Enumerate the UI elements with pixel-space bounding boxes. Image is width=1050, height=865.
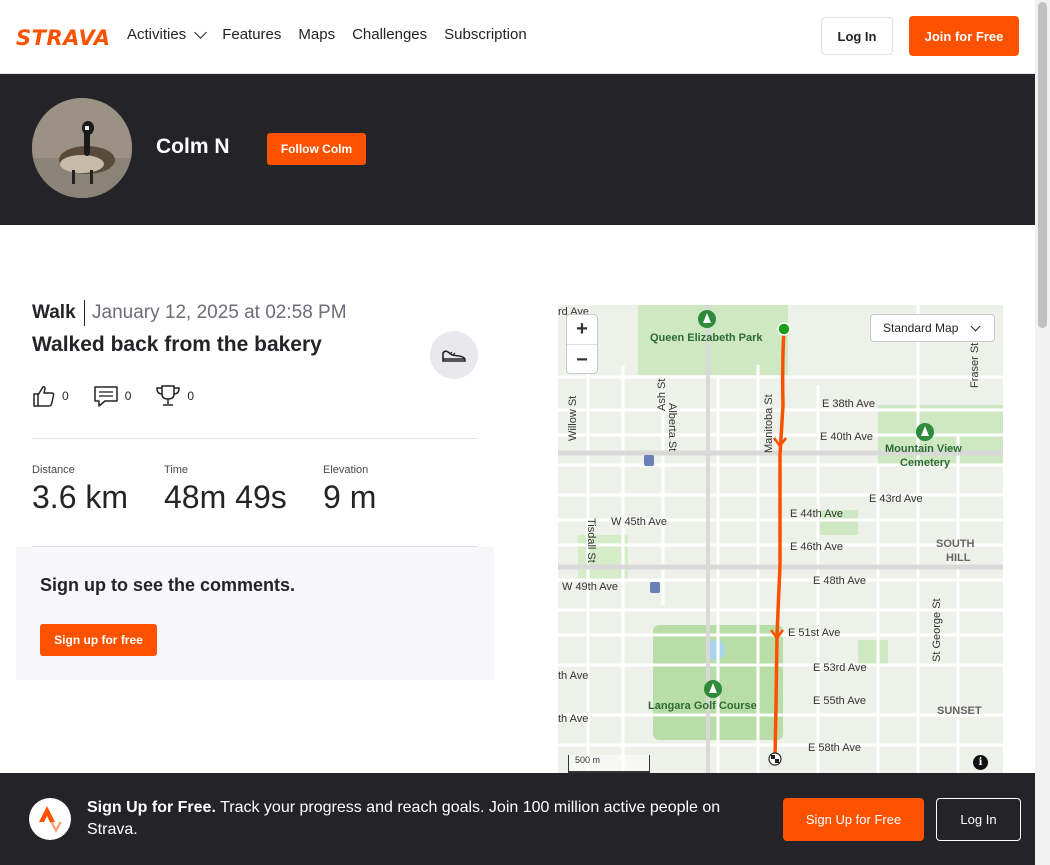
stat-label: Elevation — [323, 464, 369, 476]
strava-logo-icon — [39, 806, 62, 833]
svg-text:E 43rd Ave: E 43rd Ave — [869, 493, 923, 505]
banner-message: Sign Up for Free. Track your progress an… — [87, 797, 747, 841]
svg-text:Willow St: Willow St — [567, 396, 579, 441]
route-start-marker — [777, 322, 791, 336]
school-icon — [644, 455, 654, 466]
comment-icon — [93, 386, 118, 407]
comments-signup-message: Sign up to see the comments. — [40, 575, 296, 595]
map-scale: 500 m — [568, 755, 650, 773]
strava-logo[interactable]: STRAVA — [16, 26, 111, 50]
school-icon — [650, 582, 660, 593]
map-style-label: Standard Map — [883, 321, 959, 335]
svg-text:Manitoba St: Manitoba St — [763, 394, 775, 453]
zoom-in-button[interactable]: + — [567, 315, 597, 345]
zoom-out-button[interactable]: − — [567, 345, 597, 375]
kudos-button[interactable]: 0 — [32, 384, 69, 408]
follow-button[interactable]: Follow Colm — [267, 133, 366, 165]
top-navigation: STRAVA Activities Features Maps Challeng… — [0, 0, 1035, 74]
svg-text:Queen Elizabeth Park: Queen Elizabeth Park — [650, 332, 763, 344]
info-icon[interactable]: i — [973, 755, 988, 770]
banner-headline: Sign Up for Free. — [87, 799, 216, 816]
goose-photo — [32, 98, 132, 198]
svg-text:E 48th Ave: E 48th Ave — [813, 575, 866, 587]
stat-distance: Distance 3.6 km — [32, 464, 128, 516]
achievements-button[interactable]: 0 — [155, 384, 194, 408]
comments-button[interactable]: 0 — [93, 384, 132, 408]
stat-time: Time 48m 49s — [164, 464, 287, 516]
banner-signup-button[interactable]: Sign Up for Free — [783, 798, 924, 841]
svg-text:E 44th Ave: E 44th Ave — [790, 508, 843, 520]
stat-value: 9 m — [323, 479, 377, 515]
nav-activities[interactable]: Activities — [127, 25, 208, 43]
nav-links: Activities Features Maps Challenges Subs… — [127, 25, 527, 43]
svg-text:HILL: HILL — [946, 552, 971, 564]
scrollbar[interactable] — [1035, 0, 1050, 865]
svg-text:W 45th Ave: W 45th Ave — [611, 516, 667, 528]
divider — [32, 438, 478, 439]
athlete-name[interactable]: Colm N — [156, 135, 230, 159]
svg-text:St George St: St George St — [931, 598, 943, 662]
svg-text:Fraser St: Fraser St — [969, 343, 981, 388]
map-style-select[interactable]: Standard Map — [870, 314, 995, 342]
svg-text:E 58th Ave: E 58th Ave — [808, 742, 861, 754]
comments-count: 0 — [124, 389, 132, 403]
divider — [84, 300, 85, 326]
activity-type: Walk — [32, 302, 76, 323]
trophy-icon — [156, 385, 181, 406]
svg-text:Langara Golf Course: Langara Golf Course — [648, 700, 757, 712]
banner-login-button[interactable]: Log In — [936, 798, 1021, 841]
strava-mark-logo — [29, 798, 71, 840]
svg-text:E 53rd Ave: E 53rd Ave — [813, 662, 867, 674]
join-button[interactable]: Join for Free — [909, 16, 1019, 56]
stat-label: Time — [164, 464, 189, 476]
svg-text:E 55th Ave: E 55th Ave — [813, 695, 866, 707]
svg-text:Cemetery: Cemetery — [900, 457, 951, 469]
athlete-header: Colm N Follow Colm — [0, 74, 1035, 225]
nav-maps[interactable]: Maps — [298, 26, 335, 43]
nav-features[interactable]: Features — [222, 26, 281, 43]
stat-value: 48m 49s — [164, 479, 287, 515]
route-end-marker — [768, 752, 782, 766]
svg-text:Alberta St: Alberta St — [666, 403, 678, 451]
map-zoom-control: + − — [566, 314, 598, 374]
svg-text:SUNSET: SUNSET — [937, 705, 982, 717]
nav-challenges[interactable]: Challenges — [352, 26, 427, 43]
stat-value: 3.6 km — [32, 479, 129, 515]
chevron-down-icon — [194, 25, 208, 39]
login-button[interactable]: Log In — [821, 17, 893, 55]
shoe-icon — [442, 350, 466, 362]
svg-text:th Ave: th Ave — [558, 670, 588, 682]
kudos-count: 0 — [62, 389, 69, 403]
signup-free-button[interactable]: Sign up for free — [40, 624, 157, 656]
route-map[interactable]: Queen Elizabeth Park Mountain View Cemet… — [558, 305, 1003, 775]
svg-text:E 46th Ave: E 46th Ave — [790, 541, 843, 553]
svg-text:th Ave: th Ave — [558, 713, 588, 725]
thumbs-up-icon — [33, 386, 55, 407]
scrollbar-thumb[interactable] — [1038, 2, 1047, 328]
svg-text:E 40th Ave: E 40th Ave — [820, 431, 873, 443]
svg-text:Mountain View: Mountain View — [885, 443, 962, 455]
stat-label: Distance — [32, 464, 75, 476]
nav-subscription[interactable]: Subscription — [444, 26, 527, 43]
svg-text:W 49th Ave: W 49th Ave — [562, 581, 618, 593]
svg-text:Tisdall St: Tisdall St — [585, 518, 597, 563]
svg-text:E 38th Ave: E 38th Ave — [822, 398, 875, 410]
nav-activities-label: Activities — [127, 26, 187, 43]
activity-title: Walked back from the bakery — [32, 333, 322, 356]
gear-shoe-button[interactable] — [430, 331, 478, 379]
svg-text:SOUTH: SOUTH — [936, 538, 975, 550]
activity-date: January 12, 2025 at 02:58 PM — [92, 302, 347, 323]
comments-signup-panel: Sign up to see the comments. Sign up for… — [16, 547, 494, 680]
svg-text:E 51st Ave: E 51st Ave — [788, 627, 840, 639]
avatar[interactable] — [32, 98, 132, 198]
chevron-down-icon — [970, 321, 981, 331]
stat-elevation: Elevation 9 m — [323, 464, 376, 516]
achievements-count: 0 — [187, 389, 195, 403]
social-row: 0 0 0 — [32, 384, 194, 408]
map-canvas: Queen Elizabeth Park Mountain View Cemet… — [558, 305, 1003, 775]
signup-banner: Sign Up for Free. Track your progress an… — [0, 773, 1035, 865]
